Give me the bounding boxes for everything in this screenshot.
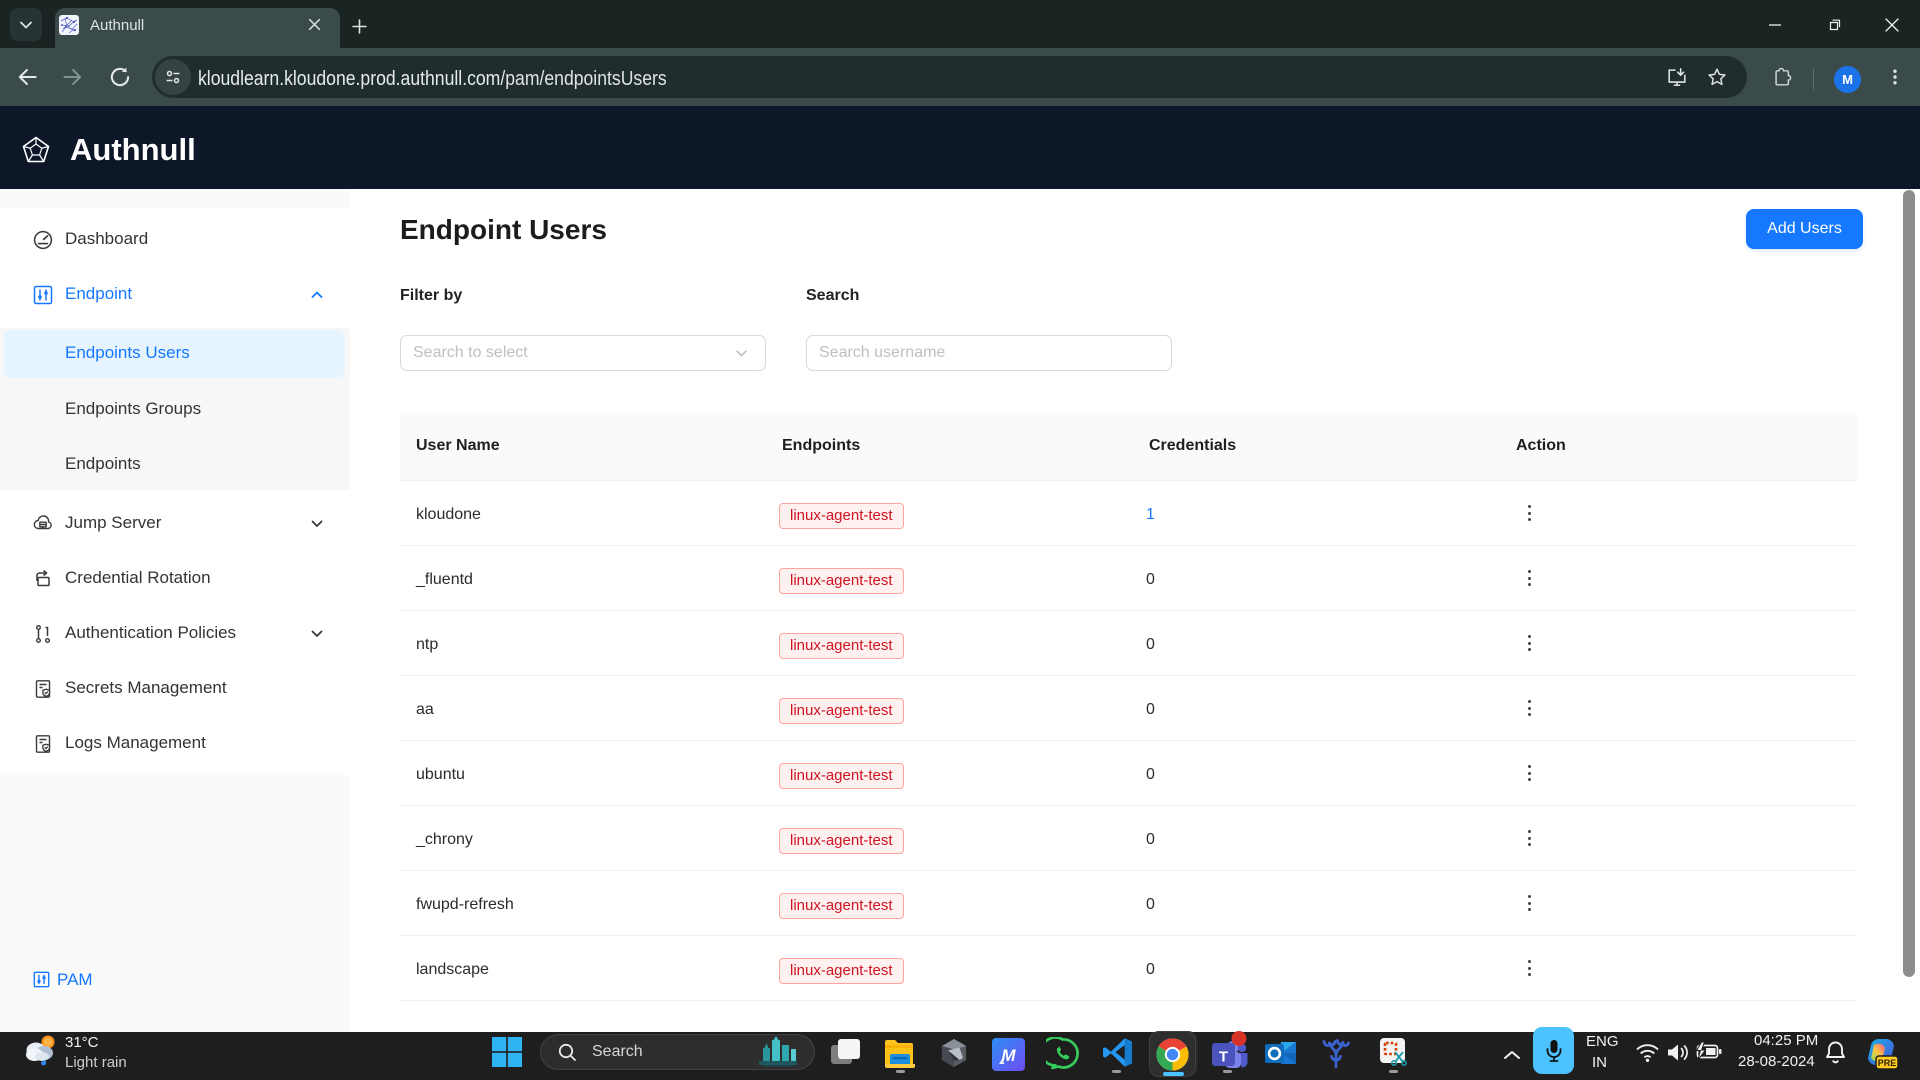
svg-text:PRE: PRE [1878, 1058, 1897, 1068]
svg-text:M: M [1001, 1046, 1016, 1065]
svg-text:T: T [1219, 1049, 1228, 1066]
